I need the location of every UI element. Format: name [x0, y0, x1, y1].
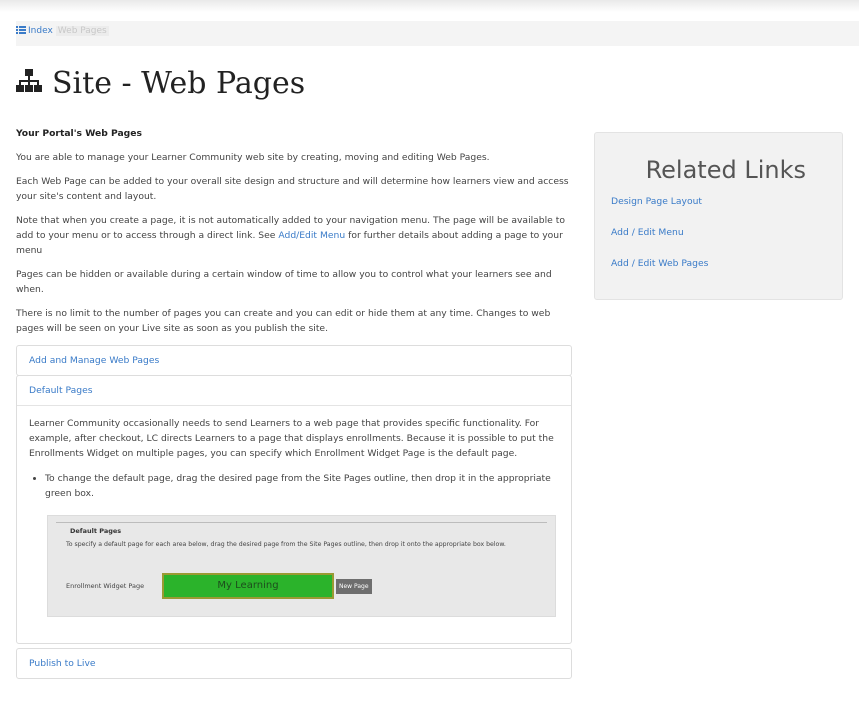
accordion-add-manage-header[interactable]: Add and Manage Web Pages: [17, 346, 571, 375]
intro-heading: Your Portal's Web Pages: [16, 128, 142, 139]
intro-paragraph-3: Note that when you create a page, it is …: [16, 213, 572, 258]
default-pages-description: Learner Community occasionally needs to …: [29, 418, 554, 459]
breadcrumb: Index Web Pages: [16, 21, 859, 46]
figure-drop-box: My Learning: [162, 573, 334, 599]
figure-description: To specify a default page for each area …: [66, 541, 506, 548]
intro-paragraph-4: Pages can be hidden or available during …: [16, 269, 552, 295]
sitemap-icon: [16, 66, 52, 101]
breadcrumb-index-link[interactable]: Index: [28, 26, 53, 36]
page-title-text: Site - Web Pages: [52, 66, 306, 101]
page-title: Site - Web Pages: [16, 66, 305, 101]
intro-paragraph-5: There is no limit to the number of pages…: [16, 308, 551, 334]
accordion-default-pages-body: Learner Community occasionally needs to …: [17, 405, 571, 643]
breadcrumb-current: Web Pages: [55, 26, 109, 36]
top-shadow: [0, 0, 859, 12]
figure-title: Default Pages: [70, 527, 122, 535]
default-pages-list: To change the default page, drag the des…: [29, 471, 559, 501]
list-icon: [16, 26, 26, 37]
accordion-default-pages-header[interactable]: Default Pages: [17, 376, 571, 405]
figure-new-page-tag: New Page: [336, 579, 372, 594]
figure-field-label: Enrollment Widget Page: [66, 582, 145, 590]
related-links-title: Related Links: [645, 156, 806, 184]
related-link-design-page-layout[interactable]: Design Page Layout: [611, 196, 702, 207]
figure-divider: [56, 522, 547, 523]
default-pages-screenshot: Default Pages To specify a default page …: [47, 515, 556, 617]
intro-paragraph-2: Each Web Page can be added to your overa…: [16, 176, 569, 202]
accordion-add-manage: Add and Manage Web Pages: [16, 345, 572, 376]
default-pages-bullet: To change the default page, drag the des…: [45, 471, 559, 501]
related-link-add-edit-menu[interactable]: Add / Edit Menu: [611, 227, 684, 238]
intro-paragraph-1: You are able to manage your Learner Comm…: [16, 152, 490, 163]
main-content: Your Portal's Web Pages You are able to …: [16, 126, 572, 679]
add-edit-menu-link[interactable]: Add/Edit Menu: [278, 230, 345, 241]
accordion-publish: Publish to Live: [16, 648, 572, 679]
accordion-publish-header[interactable]: Publish to Live: [17, 649, 571, 678]
related-link-add-edit-web-pages[interactable]: Add / Edit Web Pages: [611, 258, 708, 269]
related-links-panel: Related Links Design Page Layout Add / E…: [594, 132, 843, 300]
accordion-default-pages: Default Pages Learner Community occasion…: [16, 375, 572, 644]
